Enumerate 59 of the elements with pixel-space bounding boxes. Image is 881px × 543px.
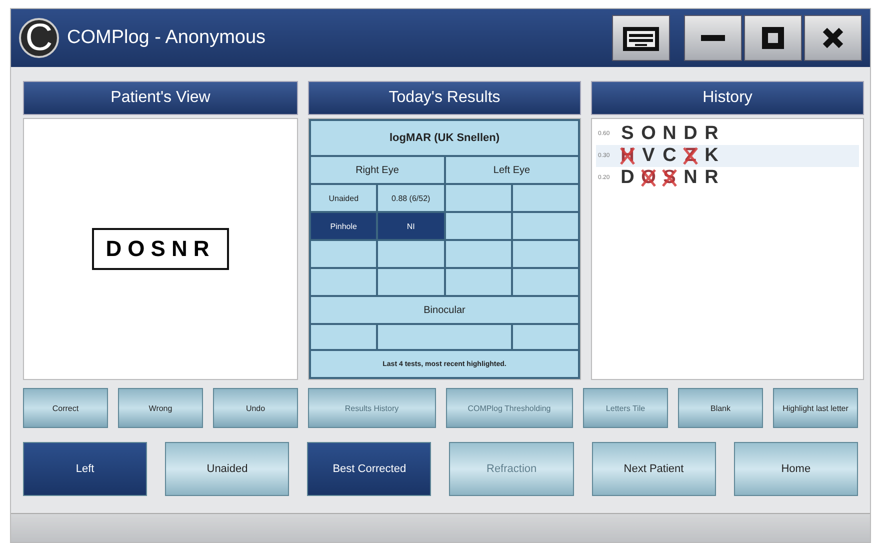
keyboard-button[interactable] [612,15,670,61]
table-cell [446,269,511,295]
panel-header: Patient's View [23,81,298,115]
table-cell [512,213,578,239]
table-cell [446,213,511,239]
action-button[interactable]: Highlight last letter [773,388,858,428]
app-logo: C [19,18,59,58]
action-button[interactable]: Wrong [118,388,203,428]
letter: D [620,167,635,189]
letter: S [620,123,635,145]
letter: N [662,123,677,145]
table-cell [512,241,578,267]
mode-button[interactable]: Next Patient [592,442,716,496]
table-cell: Left Eye [446,157,578,183]
table-cell [311,241,376,267]
wrong-letter: H [620,145,635,167]
action-button[interactable]: Undo [213,388,298,428]
table-cell: Pinhole [311,213,376,239]
letter: C [662,145,677,167]
close-button[interactable] [804,15,862,61]
table-cell [512,269,578,295]
letter: R [704,167,719,189]
table-cell [446,185,511,211]
action-button[interactable]: Correct [23,388,108,428]
table-cell: 0.88 (6/52) [378,185,444,211]
table-cell: NI [378,213,444,239]
maximize-icon [762,27,784,49]
close-icon [822,27,844,49]
letter-chart: DOSNR [92,228,230,270]
wrong-letter: S [662,167,677,189]
minimize-icon [701,35,725,41]
table-cell [378,241,444,267]
table-cell [311,325,376,349]
letter: N [683,167,698,189]
table-cell: Unaided [311,185,376,211]
letter: D [683,123,698,145]
table-cell [512,185,578,211]
table-cell [512,325,578,349]
panel-header: Today's Results [308,81,581,115]
mode-button[interactable]: Left [23,442,148,496]
letter: O [641,123,656,145]
mode-button[interactable]: Best Corrected [307,442,432,496]
action-button[interactable]: Blank [678,388,763,428]
table-cell: Binocular [311,297,578,323]
maximize-button[interactable] [744,15,802,61]
window-title: COMPlog - Anonymous [67,27,267,49]
letter: V [641,145,656,167]
table-cell: Right Eye [311,157,444,183]
table-cell [378,269,444,295]
letter: R [704,123,719,145]
minimize-button[interactable] [684,15,742,61]
table-cell [311,269,376,295]
table-cell [446,241,511,267]
letter: K [704,145,719,167]
table-cell: logMAR (UK Snellen) [311,121,578,155]
mode-button[interactable]: Home [734,442,858,496]
mode-button[interactable]: Unaided [165,442,290,496]
panel-header: History [591,81,864,115]
wrong-letter: Z [683,145,698,167]
